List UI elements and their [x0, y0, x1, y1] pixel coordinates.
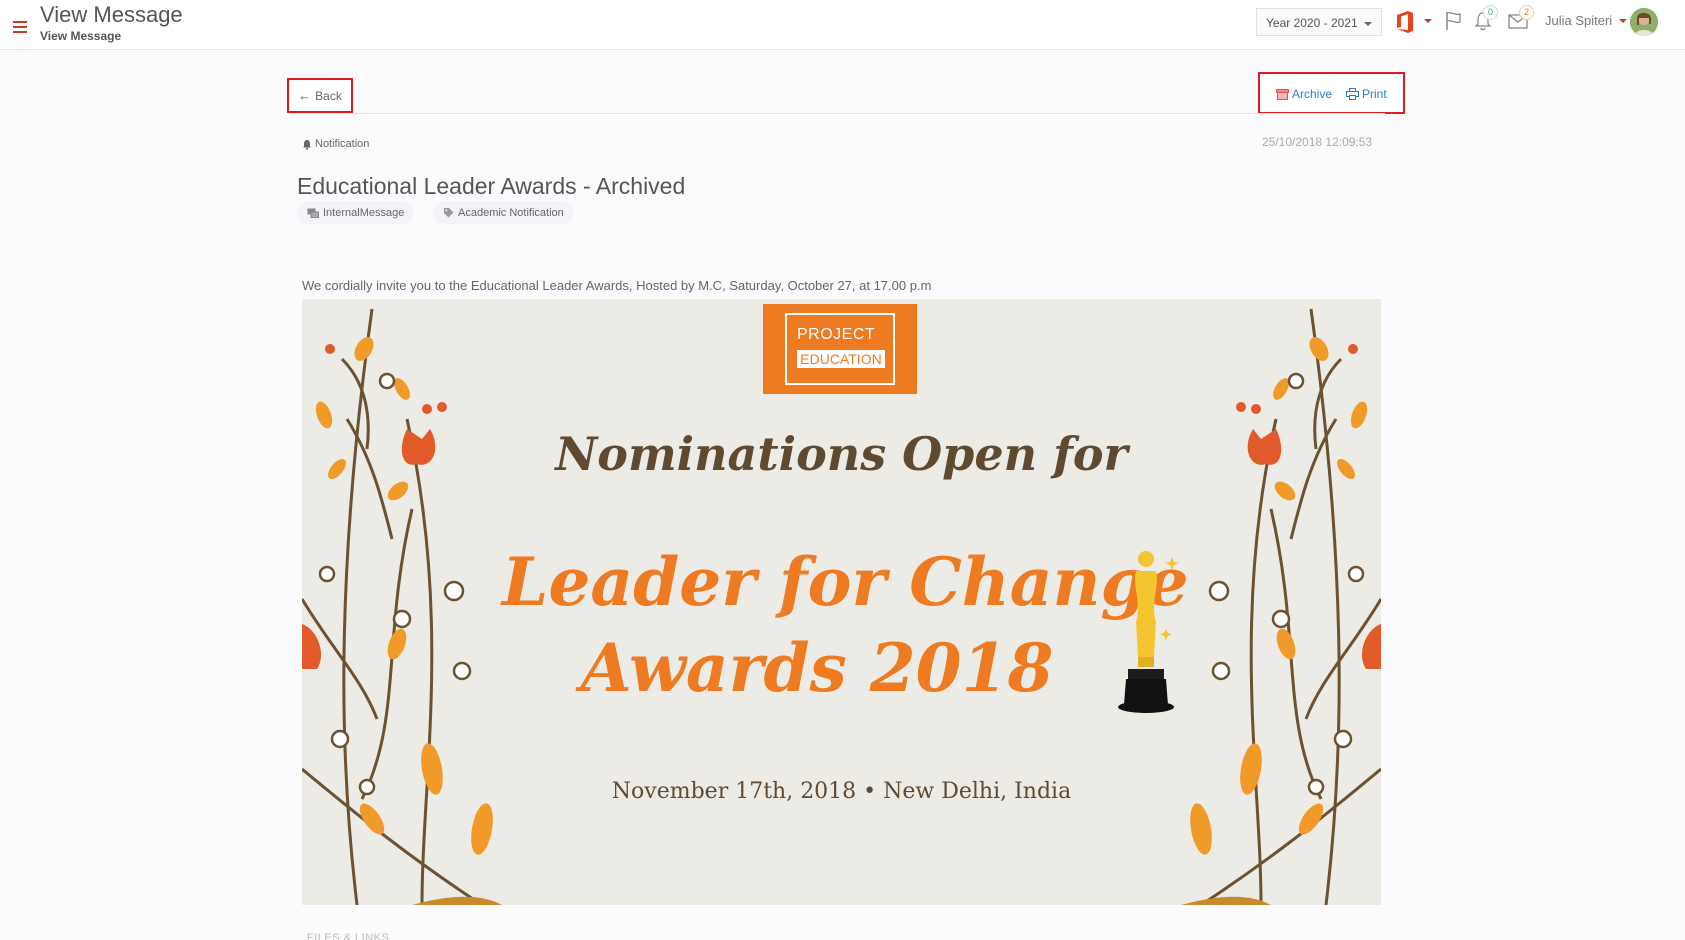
- flag-icon[interactable]: [1444, 11, 1462, 31]
- office-icon[interactable]: [1395, 11, 1415, 33]
- user-name[interactable]: Julia Spiteri: [1545, 13, 1612, 28]
- files-links-label: FILES & LINKS: [307, 932, 390, 940]
- logo-line1: PROJECT: [797, 326, 876, 343]
- chevron-down-icon: [1364, 22, 1372, 26]
- message-actions: Archive Print: [1258, 72, 1405, 114]
- poster-headline-1: Nominations Open for: [555, 427, 1128, 481]
- message-image: PROJECT EDUCATION Nominations Open for L…: [302, 299, 1381, 905]
- printer-icon: [1346, 88, 1359, 100]
- breadcrumb: View Message: [40, 29, 122, 43]
- year-select-value: Year 2020 - 2021: [1266, 16, 1358, 30]
- page-title: View Message: [40, 2, 183, 27]
- archive-icon: [1276, 88, 1289, 100]
- print-button[interactable]: Print: [1346, 87, 1387, 101]
- archive-label: Archive: [1292, 87, 1333, 101]
- bell-icon: [303, 139, 311, 150]
- message-type: Notification: [302, 138, 369, 150]
- message-title: Educational Leader Awards - Archived: [297, 173, 686, 199]
- user-menu-caret-icon[interactable]: [1619, 19, 1627, 23]
- tag-label: Academic Notification: [458, 206, 564, 219]
- project-education-logo: PROJECT EDUCATION: [763, 304, 917, 394]
- tag-internal-message: InternalMessage: [297, 201, 415, 224]
- year-select[interactable]: Year 2020 - 2021: [1256, 8, 1382, 36]
- notifications-badge: 0: [1483, 5, 1498, 20]
- back-button-label: Back: [315, 88, 342, 103]
- trophy-icon: [1118, 551, 1179, 713]
- back-button[interactable]: ← Back: [287, 78, 353, 113]
- menu-icon[interactable]: [13, 21, 27, 33]
- message-type-icon: [307, 208, 319, 218]
- print-label: Print: [1362, 87, 1387, 101]
- archive-button[interactable]: Archive: [1276, 87, 1332, 101]
- tag-label: InternalMessage: [323, 206, 405, 219]
- logo-line2: EDUCATION: [797, 350, 885, 368]
- arrow-left-icon: ←: [298, 88, 312, 103]
- top-bar: View Message View Message Year 2020 - 20…: [0, 0, 1685, 50]
- message-type-label: Notification: [315, 138, 370, 150]
- messages-badge: 2: [1519, 5, 1534, 20]
- poster-headline-2: Leader for Change: [502, 543, 1189, 621]
- tag-academic-notification: Academic Notification: [433, 201, 574, 224]
- poster-event-line: November 17th, 2018 • New Delhi, India: [611, 779, 1072, 804]
- message-timestamp: 25/10/2018 12:09:53: [1262, 135, 1373, 149]
- message-body: We cordially invite you to the Education…: [302, 278, 932, 293]
- tag-icon: [444, 208, 454, 218]
- office-menu-caret-icon[interactable]: [1424, 19, 1432, 23]
- divider: [290, 113, 1385, 114]
- avatar[interactable]: [1630, 8, 1658, 36]
